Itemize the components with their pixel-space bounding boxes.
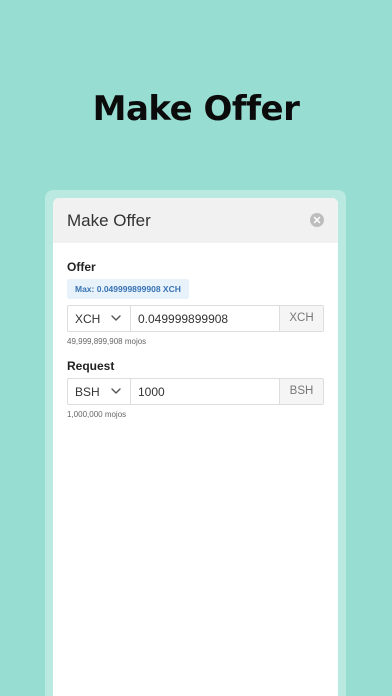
offer-token-value: XCH	[75, 312, 101, 326]
hero-title: Make Offer	[92, 89, 300, 129]
close-button[interactable]	[310, 213, 324, 227]
request-mojos-text: 1,000,000 mojos	[67, 410, 127, 419]
offer-mojos-text: 49,999,899,908 mojos	[67, 337, 147, 346]
request-token-select[interactable]: BSH	[68, 379, 131, 404]
offer-input-group: XCH XCH	[67, 305, 324, 332]
chevron-down-icon	[111, 388, 121, 394]
make-offer-modal: Make Offer Offer Max: 0.049999899908 XCH…	[53, 198, 338, 696]
request-unit-addon: BSH	[279, 379, 323, 404]
request-label: Request	[67, 359, 115, 373]
offer-label: Offer	[67, 260, 96, 274]
close-icon	[313, 216, 321, 224]
max-amount-chip[interactable]: Max: 0.049999899908 XCH	[67, 279, 189, 299]
offer-unit-addon: XCH	[279, 306, 323, 331]
chevron-down-icon	[111, 315, 121, 321]
modal-header: Make Offer	[53, 198, 338, 243]
request-token-value: BSH	[75, 385, 100, 399]
modal-title: Make Offer	[67, 211, 151, 230]
offer-token-select[interactable]: XCH	[68, 306, 131, 331]
request-input-group: BSH BSH	[67, 378, 324, 405]
request-amount-input[interactable]	[131, 379, 279, 404]
offer-amount-input[interactable]	[131, 306, 279, 331]
